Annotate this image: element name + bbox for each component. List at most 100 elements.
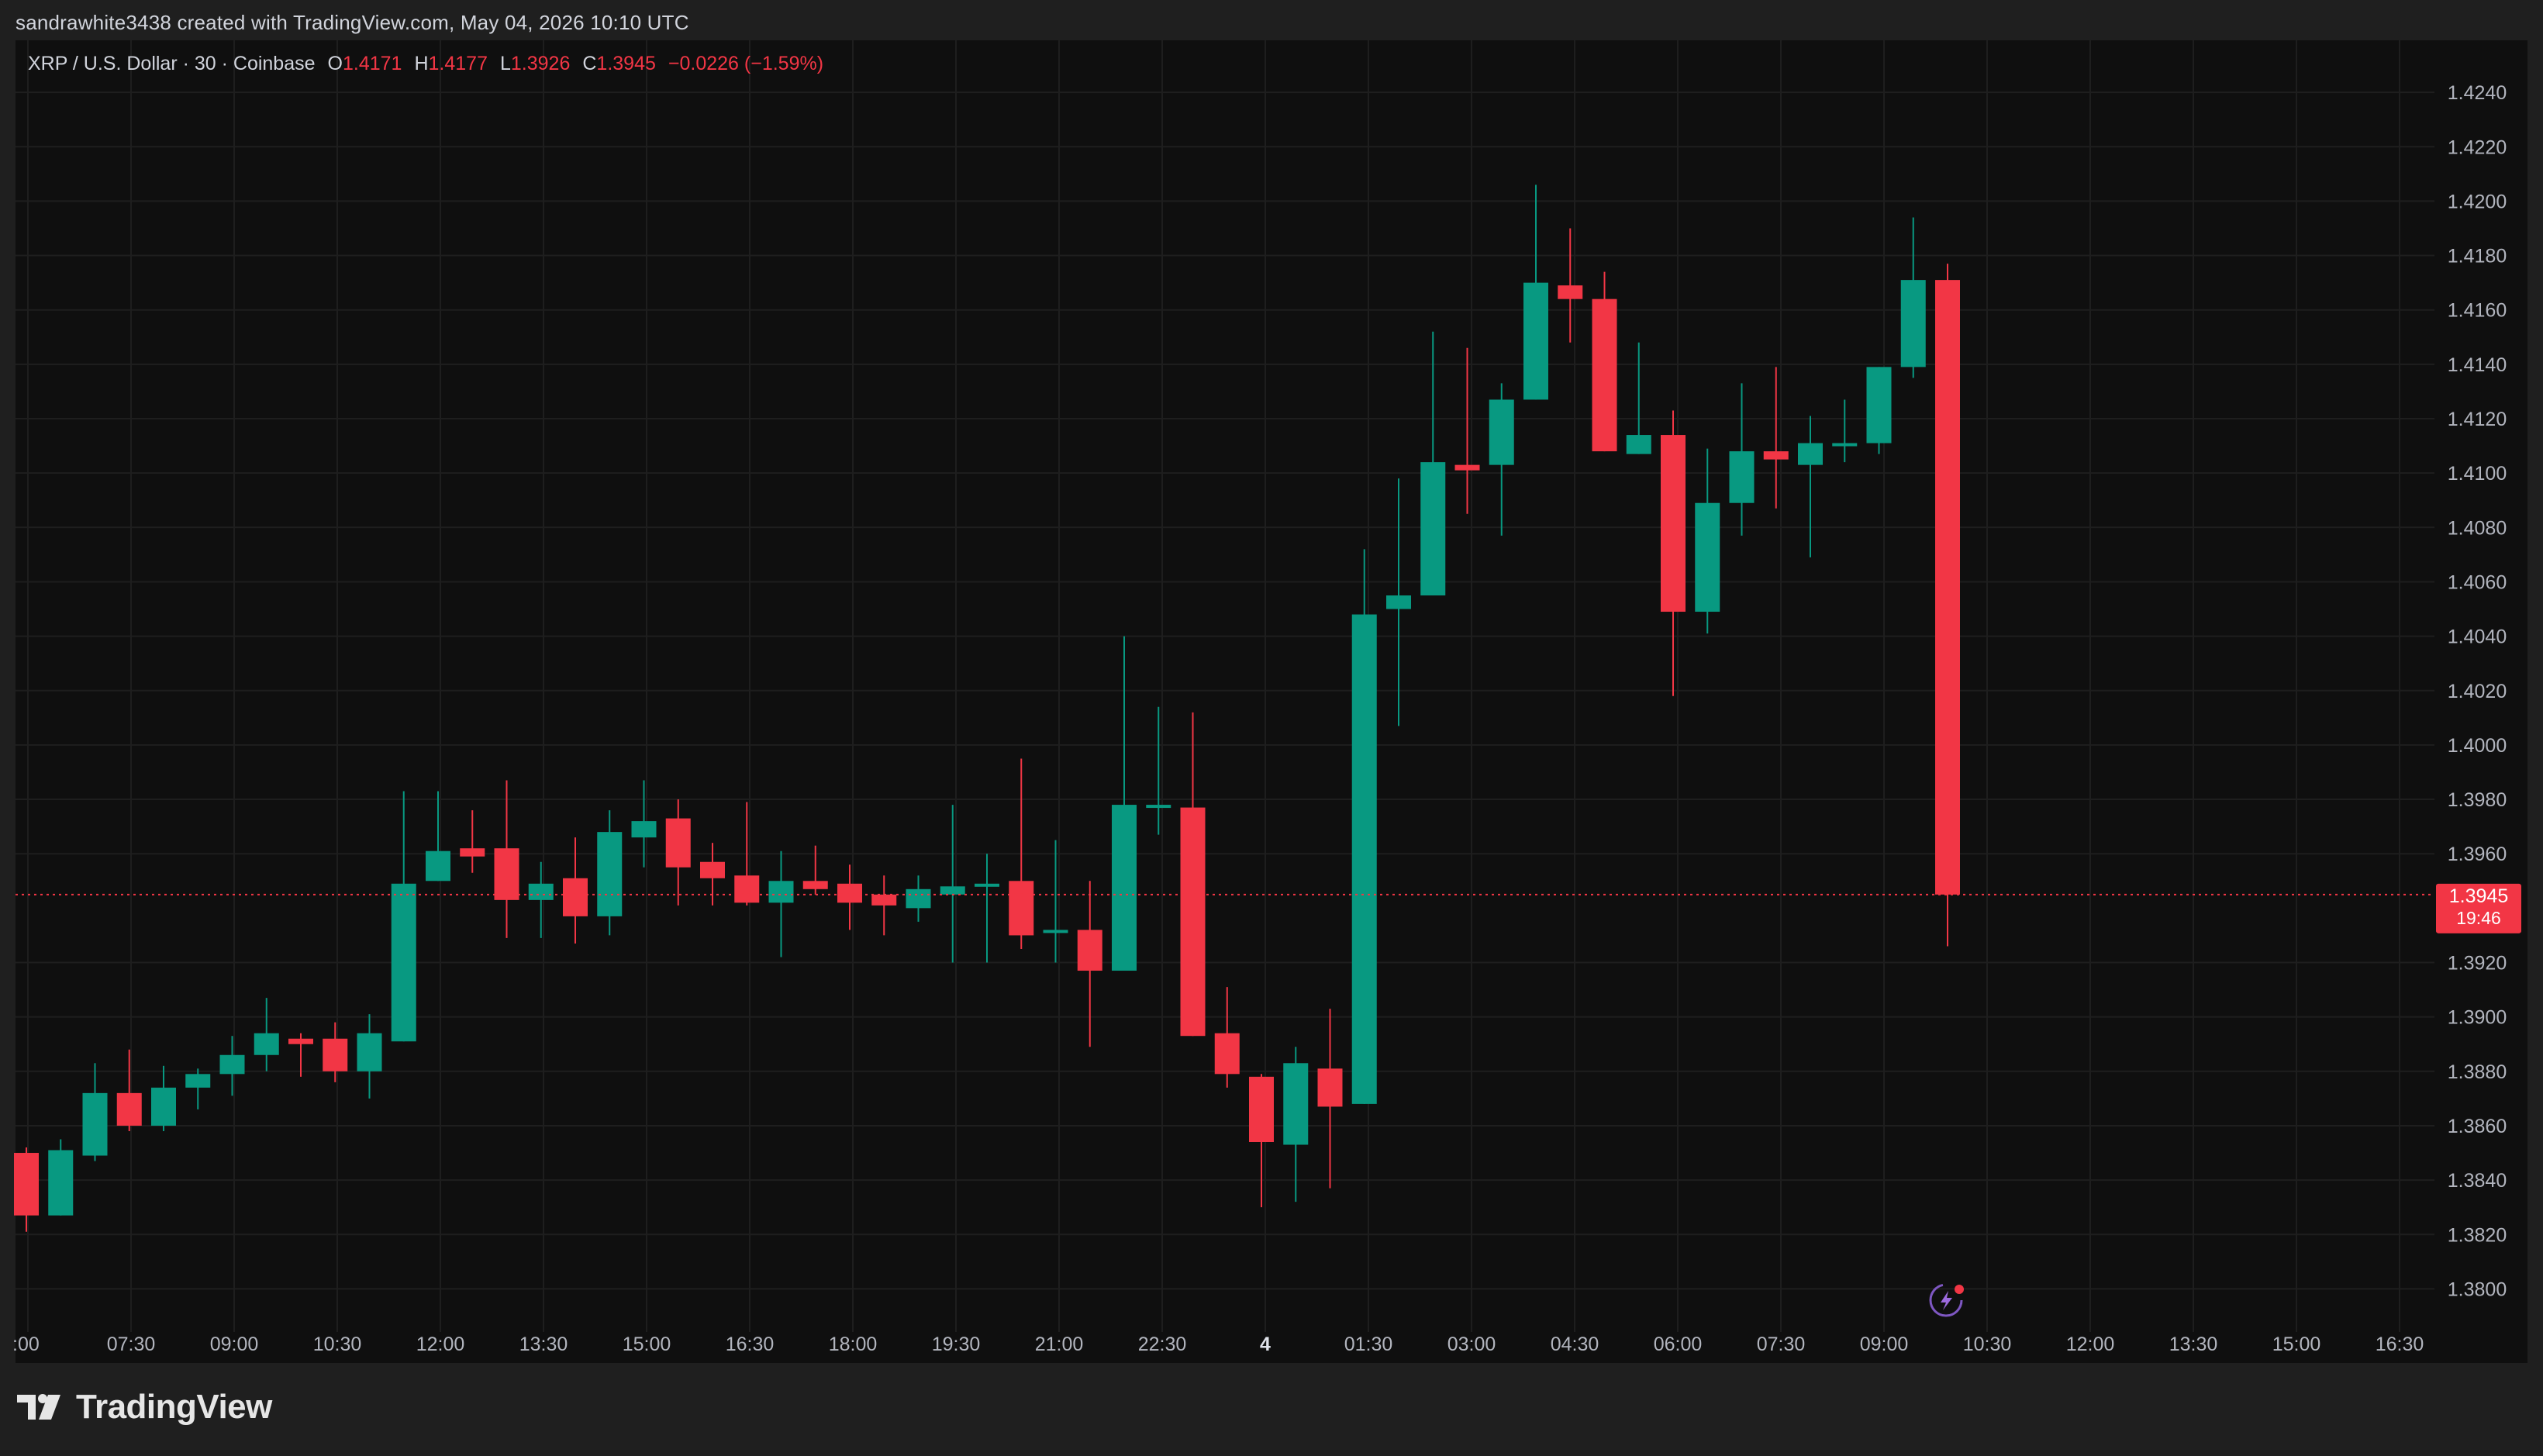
symbol-title[interactable]: XRP / U.S. Dollar · 30 · Coinbase bbox=[28, 53, 316, 75]
candle-body bbox=[563, 878, 588, 916]
candle-body bbox=[802, 881, 828, 889]
candlestick-chart[interactable]: :00 07:30 09:00 10:30 12:00 13:30 15:00 16:30 18… bbox=[0, 0, 2543, 1456]
candle bbox=[1386, 478, 1411, 726]
candle-body bbox=[597, 832, 623, 916]
last-price-tag[interactable]: 1.3945 19:46 bbox=[2436, 883, 2521, 933]
candle bbox=[1351, 549, 1377, 1104]
time-tick-label: 13:30 bbox=[2169, 1334, 2218, 1355]
candle-body bbox=[665, 818, 691, 868]
candle-body bbox=[14, 1153, 39, 1216]
price-tick-label: 1.4040 bbox=[2448, 626, 2507, 648]
candle bbox=[906, 875, 931, 922]
candle bbox=[391, 791, 416, 1042]
candle bbox=[700, 843, 725, 906]
candle-body bbox=[1523, 282, 1548, 400]
time-tick-label: 18:00 bbox=[829, 1334, 878, 1355]
candle-body bbox=[1558, 285, 1583, 299]
price-tick-label: 1.4120 bbox=[2448, 409, 2507, 430]
candle bbox=[871, 875, 897, 936]
candle-body bbox=[1009, 881, 1034, 936]
candle bbox=[151, 1065, 176, 1131]
candle-body bbox=[1146, 805, 1171, 809]
candle bbox=[288, 1033, 313, 1077]
time-tick-label: :00 bbox=[12, 1334, 40, 1355]
candle bbox=[1523, 185, 1548, 400]
candle bbox=[1832, 399, 1858, 463]
price-axis[interactable]: 1.4240 1.4220 1.4200 1.4180 1.4160 1.4140 1.41… bbox=[2448, 82, 2507, 1300]
candle-body bbox=[837, 883, 862, 903]
candle bbox=[1420, 331, 1446, 595]
candle-body bbox=[48, 1150, 74, 1216]
price-tick-label: 1.3880 bbox=[2448, 1061, 2507, 1083]
time-tick-label: 19:30 bbox=[932, 1334, 981, 1355]
candle bbox=[82, 1063, 108, 1161]
change-value: −0.0226 (−1.59%) bbox=[668, 53, 824, 74]
candle-body bbox=[1454, 464, 1480, 471]
candle bbox=[1763, 367, 1789, 509]
candle-body bbox=[219, 1054, 245, 1075]
candle bbox=[323, 1022, 348, 1082]
candle-body bbox=[1317, 1068, 1343, 1107]
candle bbox=[426, 791, 450, 882]
candle-body bbox=[1763, 451, 1789, 460]
price-tick-label: 1.3820 bbox=[2448, 1224, 2507, 1246]
candle-body bbox=[254, 1033, 279, 1055]
time-tick-label: 15:00 bbox=[2272, 1334, 2321, 1355]
price-tick-label: 1.3860 bbox=[2448, 1116, 2507, 1137]
candle-body bbox=[82, 1092, 108, 1156]
candle-body bbox=[323, 1038, 348, 1071]
candle-body bbox=[391, 883, 416, 1042]
candle bbox=[1077, 881, 1102, 1047]
low-value: 1.3926 bbox=[510, 53, 571, 74]
close-value: 1.3945 bbox=[596, 53, 656, 74]
price-tick-label: 1.4160 bbox=[2448, 300, 2507, 322]
candle bbox=[1249, 1074, 1274, 1208]
open-label: O bbox=[327, 53, 343, 74]
candle-body bbox=[357, 1033, 382, 1071]
candle-body bbox=[116, 1092, 142, 1126]
candle-body bbox=[906, 888, 931, 909]
candle-body bbox=[1489, 399, 1514, 465]
candle-body bbox=[940, 886, 965, 895]
candle-body bbox=[1112, 805, 1137, 971]
candle-body bbox=[1626, 435, 1651, 454]
candle bbox=[1592, 271, 1617, 452]
ohlc-legend: XRP / U.S. Dollar · 30 · Coinbase O 1.41… bbox=[28, 53, 823, 75]
candle bbox=[1180, 712, 1206, 1037]
candle bbox=[1695, 448, 1720, 634]
high-label: H bbox=[414, 53, 429, 74]
time-tick-label: 09:00 bbox=[210, 1334, 259, 1355]
price-tick-label: 1.4140 bbox=[2448, 354, 2507, 376]
low-label: L bbox=[499, 53, 511, 74]
candle bbox=[1112, 636, 1137, 971]
candle bbox=[975, 854, 999, 963]
candle-body bbox=[1180, 807, 1206, 1037]
price-tick-label: 1.3800 bbox=[2448, 1278, 2507, 1300]
price-tick-label: 1.4240 bbox=[2448, 82, 2507, 104]
price-tick-label: 1.4220 bbox=[2448, 136, 2507, 158]
candle bbox=[116, 1049, 142, 1131]
candle bbox=[1798, 416, 1823, 557]
candle-body bbox=[1077, 930, 1102, 971]
time-tick-label: 07:30 bbox=[1757, 1334, 1806, 1355]
candle bbox=[802, 845, 828, 895]
candle bbox=[219, 1036, 245, 1096]
candle-body bbox=[768, 881, 794, 903]
candle-body bbox=[1729, 451, 1755, 503]
candle bbox=[1214, 987, 1240, 1088]
candle-body bbox=[631, 821, 657, 838]
candle bbox=[1317, 1009, 1343, 1189]
tradingview-logo-icon bbox=[17, 1394, 60, 1420]
candle bbox=[1043, 840, 1068, 963]
candle bbox=[1283, 1047, 1309, 1202]
time-tick-label: 01:30 bbox=[1344, 1334, 1393, 1355]
tradingview-footer[interactable]: TradingView bbox=[17, 1388, 272, 1427]
candle-body bbox=[1935, 280, 1960, 895]
candle-body bbox=[1900, 280, 1926, 367]
candle bbox=[837, 864, 862, 930]
time-tick-label: 13:30 bbox=[519, 1334, 568, 1355]
candle-body bbox=[494, 848, 519, 900]
candle-body bbox=[1283, 1063, 1309, 1145]
high-value: 1.4177 bbox=[428, 53, 488, 74]
time-axis[interactable]: :00 07:30 09:00 10:30 12:00 13:30 15:00 16:30 18… bbox=[12, 1334, 2424, 1355]
